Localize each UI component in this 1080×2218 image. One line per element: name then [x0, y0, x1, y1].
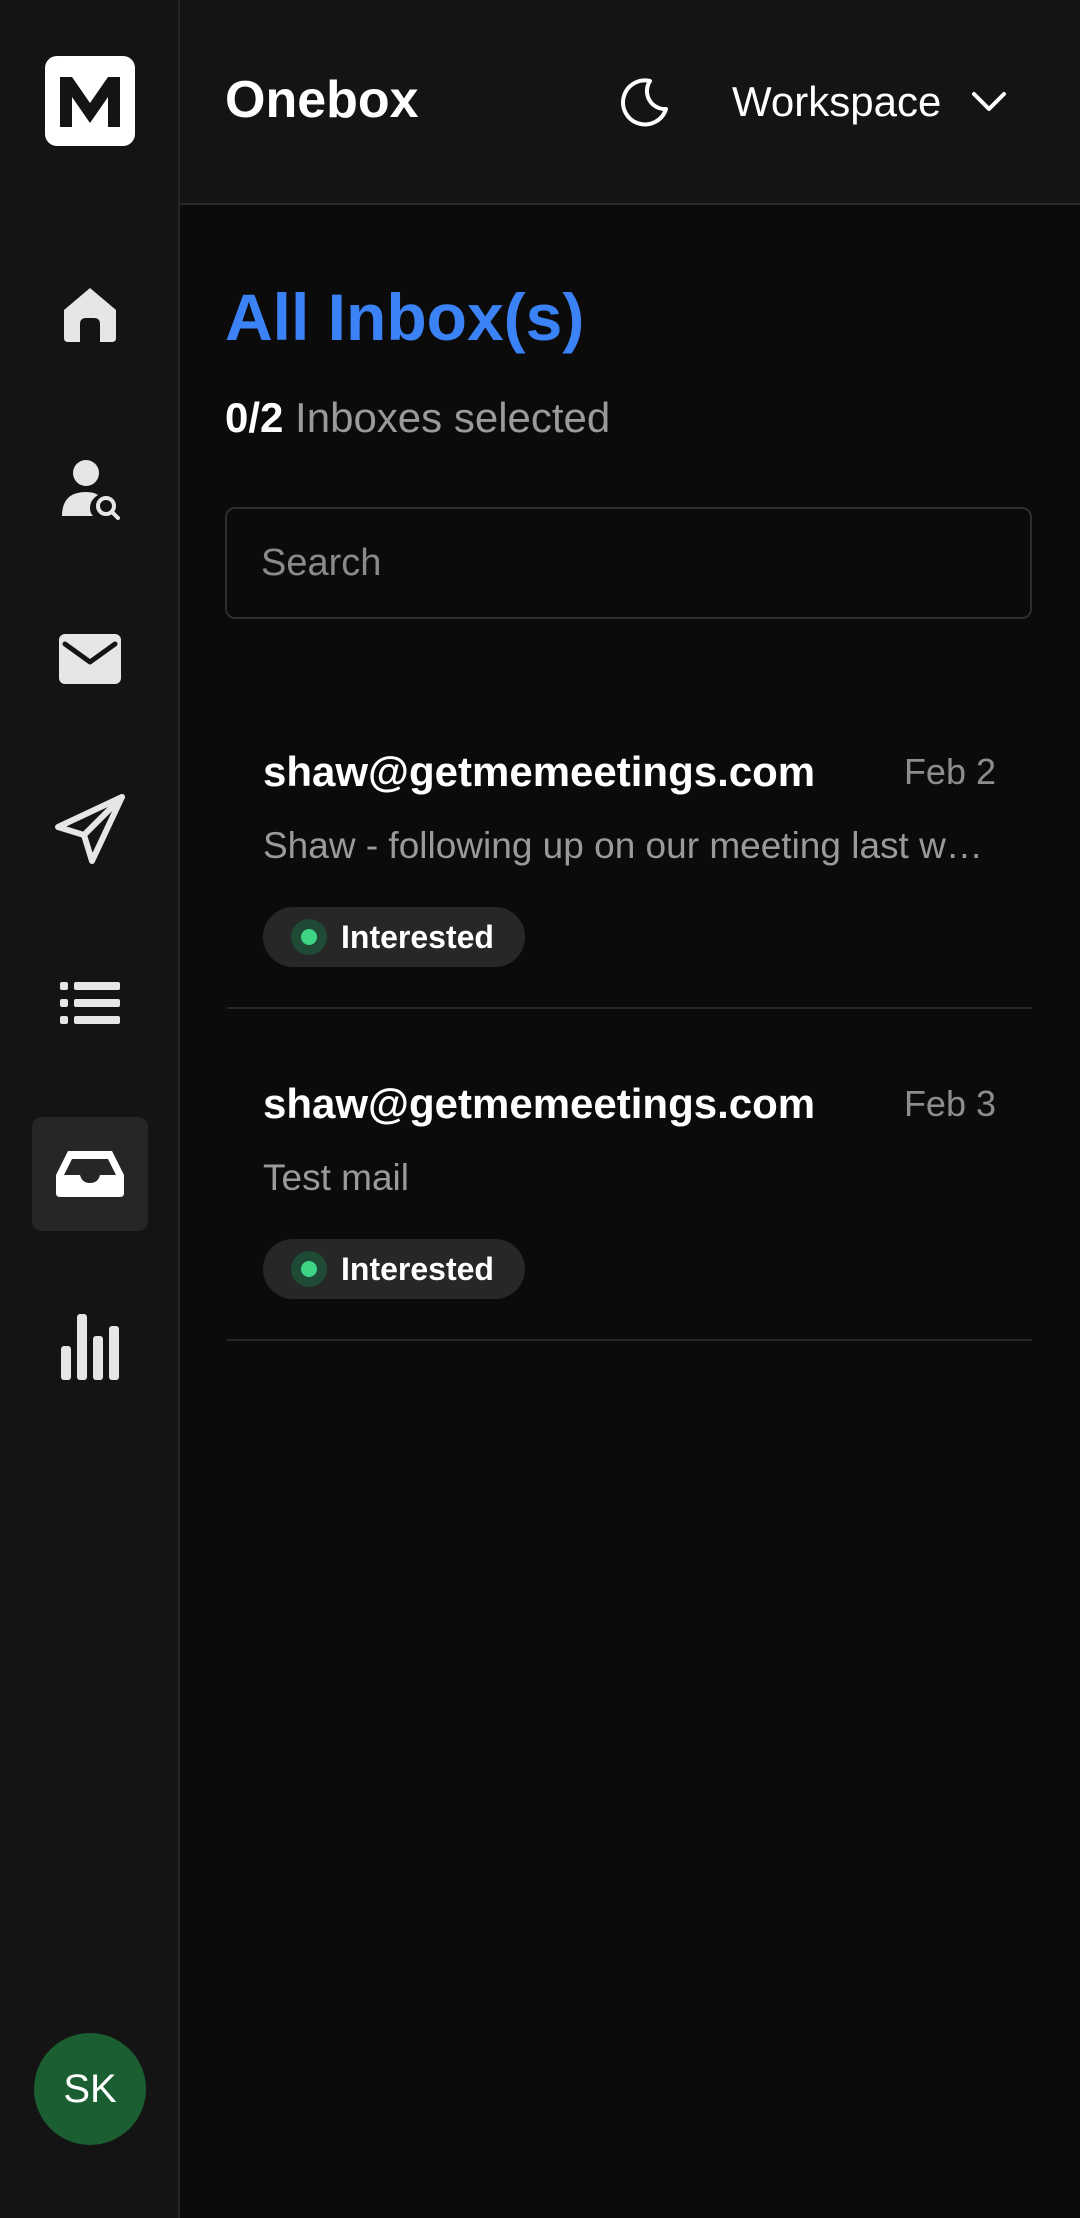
sidebar-item-inbox[interactable]: [32, 1117, 148, 1231]
inbox-selection-status: 0/2 Inboxes selected: [225, 392, 610, 444]
moon-icon: [621, 78, 668, 127]
mail-sender: shaw@getmemeetings.com: [263, 1080, 816, 1127]
search-field[interactable]: [225, 507, 1032, 619]
avatar-initials: SK: [63, 2066, 117, 2111]
status-dot-icon: [291, 919, 327, 955]
chevron-down-icon: [972, 92, 1007, 111]
mail-date: Feb 2: [903, 751, 996, 792]
mail-list-item[interactable]: shaw@getmemeetings.com Feb 3 Test mail I…: [227, 1009, 1032, 1341]
sidebar-item-mail[interactable]: [32, 602, 148, 716]
sidebar-item-analytics[interactable]: [32, 1290, 148, 1404]
status-tag-label: Interested: [341, 1250, 494, 1287]
bar-chart-icon: [61, 1314, 119, 1380]
mail-sender: shaw@getmemeetings.com: [263, 748, 816, 795]
envelope-icon: [59, 634, 121, 684]
sidebar-item-home[interactable]: [32, 258, 148, 372]
inbox-panel: All Inbox(s) 0/2 Inboxes selected shaw@g…: [180, 207, 1080, 2218]
status-tag[interactable]: Interested: [263, 1239, 525, 1299]
search-input[interactable]: [227, 509, 1030, 617]
mail-preview: Shaw - following up on our meeting last …: [263, 825, 1003, 866]
status-dot-icon: [291, 1251, 327, 1287]
selected-count: 0/2: [225, 394, 284, 441]
user-avatar[interactable]: SK: [34, 2033, 146, 2145]
user-search-icon: [62, 460, 120, 520]
mail-preview: Test mail: [263, 1157, 409, 1198]
selected-label: Inboxes selected: [283, 394, 611, 441]
status-tag[interactable]: Interested: [263, 907, 525, 967]
mail-list-item[interactable]: shaw@getmemeetings.com Feb 2 Shaw - foll…: [227, 677, 1032, 1009]
status-tag-label: Interested: [341, 918, 494, 955]
workspace-label: Workspace: [732, 78, 942, 125]
top-header: Onebox Workspace: [180, 0, 1080, 205]
inbox-tray-icon: [56, 1151, 124, 1197]
sidebar: SK: [0, 0, 180, 2218]
m-logo-icon: [60, 77, 120, 127]
mail-date: Feb 3: [903, 1083, 996, 1124]
home-icon: [64, 288, 116, 342]
onebox-app: SK Onebox Workspace All Inbox(s) 0/2 Inb…: [0, 0, 1080, 2218]
page-title: All Inbox(s): [225, 280, 585, 354]
app-logo[interactable]: [45, 56, 135, 146]
sidebar-item-list[interactable]: [32, 946, 148, 1060]
sidebar-item-contacts[interactable]: [32, 432, 148, 546]
app-title: Onebox: [225, 71, 419, 129]
sidebar-item-send[interactable]: [32, 772, 148, 886]
list-icon: [60, 982, 120, 1024]
paper-plane-icon: [55, 794, 125, 864]
theme-toggle-button[interactable]: [615, 72, 675, 132]
workspace-dropdown[interactable]: Workspace: [732, 70, 1007, 134]
